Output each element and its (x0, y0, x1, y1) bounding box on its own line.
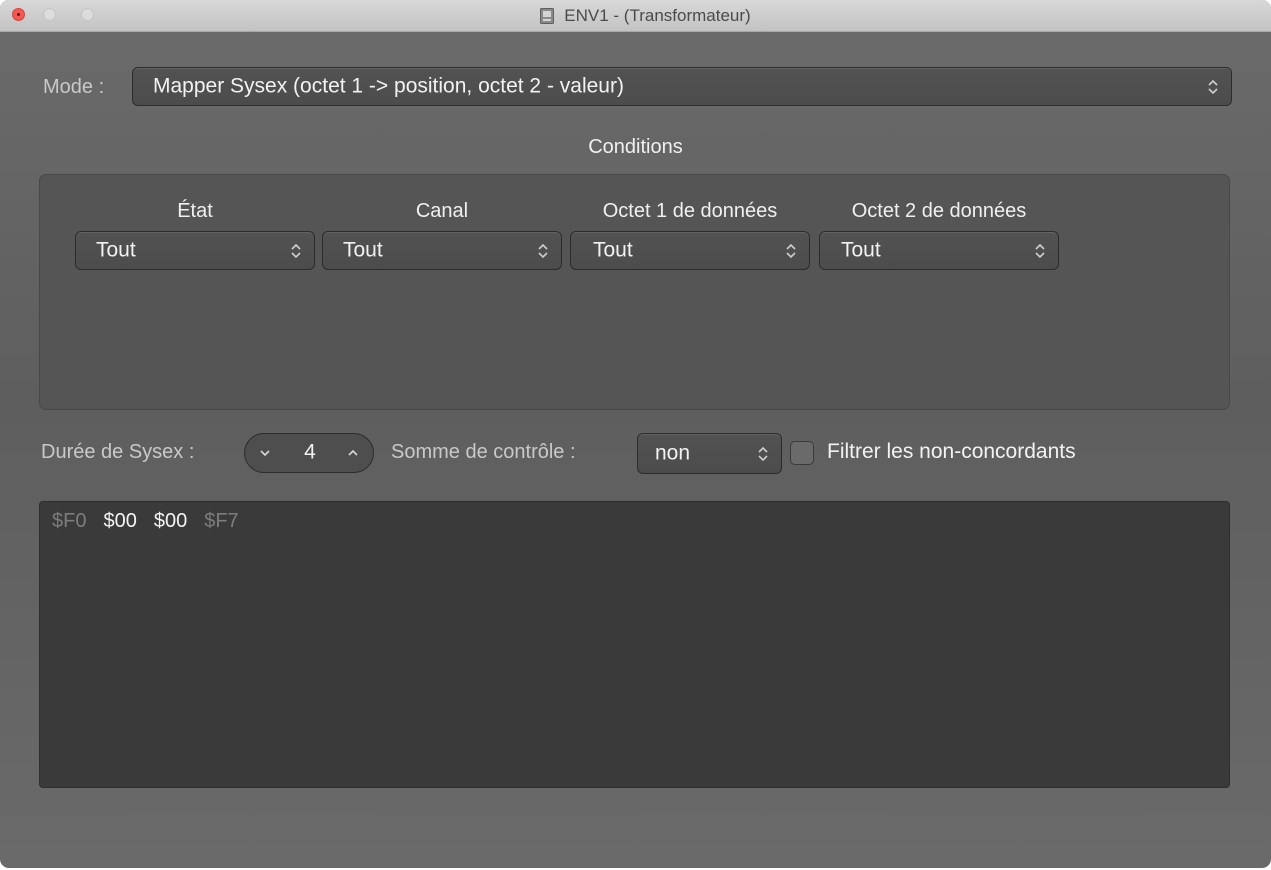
condition-channel-popup[interactable]: Tout (322, 231, 562, 270)
window-title: ENV1 - (Transformateur) (564, 5, 751, 25)
sysex-length-stepper[interactable]: 4 (244, 433, 374, 473)
mode-label: Mode : (43, 76, 105, 98)
sysex-editor-area[interactable] (39, 501, 1230, 788)
sysex-length-label: Durée de Sysex : (41, 441, 195, 463)
updown-chevron-icon (758, 446, 768, 461)
sysex-byte-end: $F7 (204, 510, 239, 532)
condition-channel-value: Tout (343, 238, 383, 262)
sysex-byte-2[interactable]: $00 (154, 510, 187, 532)
condition-header-status: État (177, 200, 213, 222)
condition-status-value: Tout (96, 238, 136, 262)
sysex-length-value: 4 (304, 440, 316, 464)
window-title-group: ENV1 - (Transformateur) (0, 0, 1271, 31)
transformer-window: ENV1 - (Transformateur) Mode : Mapper Sy… (0, 0, 1271, 868)
title-bar[interactable]: ENV1 - (Transformateur) (0, 0, 1271, 32)
updown-chevron-icon (538, 243, 548, 258)
sysex-byte-start: $F0 (52, 510, 87, 532)
condition-header-data-byte-2: Octet 2 de données (851, 200, 1027, 222)
condition-data-byte-1-popup[interactable]: Tout (570, 231, 810, 270)
updown-chevron-icon (786, 243, 796, 258)
checksum-value: non (655, 441, 691, 465)
condition-data-byte-2-value: Tout (841, 238, 881, 262)
filter-non-matching-label[interactable]: Filtrer les non-concordants (827, 440, 1076, 464)
condition-data-byte-2-popup[interactable]: Tout (819, 231, 1059, 270)
conditions-title: Conditions (588, 136, 683, 158)
sysex-byte-1[interactable]: $00 (103, 510, 136, 532)
chevron-up-icon[interactable] (346, 446, 360, 460)
updown-chevron-icon (1208, 79, 1218, 94)
sysex-bytes: $F0 $00 $00 $F7 (52, 510, 256, 533)
checksum-popup[interactable]: non (637, 433, 782, 474)
condition-header-data-byte-1: Octet 1 de données (602, 200, 778, 222)
chevron-down-icon[interactable] (258, 446, 272, 460)
updown-chevron-icon (1035, 243, 1045, 258)
condition-status-popup[interactable]: Tout (75, 231, 315, 270)
filter-non-matching-checkbox[interactable] (790, 441, 814, 465)
document-icon (540, 7, 555, 24)
condition-header-channel: Canal (415, 200, 469, 222)
condition-data-byte-1-value: Tout (593, 238, 633, 262)
mode-value: Mapper Sysex (octet 1 -> position, octet… (153, 74, 624, 98)
mode-popup[interactable]: Mapper Sysex (octet 1 -> position, octet… (132, 67, 1232, 106)
checksum-label: Somme de contrôle : (391, 441, 576, 463)
updown-chevron-icon (291, 243, 301, 258)
